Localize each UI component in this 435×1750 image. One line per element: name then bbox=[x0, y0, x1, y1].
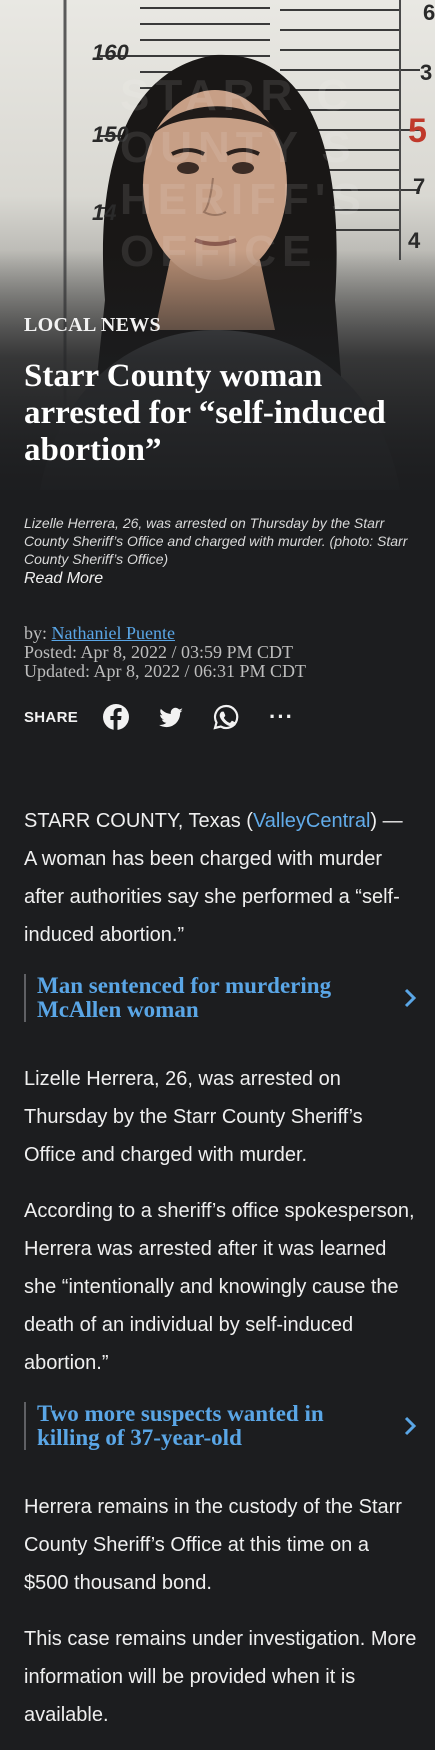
side-mark-5: 5 bbox=[408, 112, 427, 150]
facebook-icon[interactable] bbox=[102, 703, 130, 731]
more-icon[interactable]: ··· bbox=[269, 704, 294, 730]
height-mark-14: 14 bbox=[92, 200, 117, 225]
side-mark-7: 7 bbox=[413, 174, 426, 199]
author-line: by: Nathaniel Puente bbox=[24, 624, 306, 643]
share-bar: SHARE ··· bbox=[24, 700, 294, 734]
paragraph-1: STARR COUNTY, Texas (ValleyCentral) — A … bbox=[24, 802, 419, 954]
article-page: 160 150 14 6 3 5 7 4 STARR COUNTY SHERIF… bbox=[0, 0, 435, 1750]
author-link[interactable]: Nathaniel Puente bbox=[52, 623, 175, 643]
chevron-right-icon bbox=[404, 1416, 417, 1436]
related-article-2-title[interactable]: Two more suspects wanted in killing of 3… bbox=[37, 1402, 377, 1450]
related-article-1-title[interactable]: Man sentenced for murdering McAllen woma… bbox=[37, 974, 377, 1022]
height-mark-160: 160 bbox=[92, 40, 129, 65]
read-more-link[interactable]: Read More bbox=[24, 570, 103, 588]
paragraph-4: Herrera remains in the custody of the St… bbox=[24, 1496, 402, 1594]
dateline: STARR COUNTY, Texas ( bbox=[24, 810, 253, 832]
related-article-1[interactable]: Man sentenced for murdering McAllen woma… bbox=[24, 974, 419, 1022]
watermark-text: STARR COUNTY SHERIFF'S OFFICE bbox=[120, 71, 367, 276]
twitter-icon[interactable] bbox=[157, 703, 185, 731]
whatsapp-icon[interactable] bbox=[212, 703, 240, 731]
byline: by: Nathaniel Puente Posted: Apr 8, 2022… bbox=[24, 624, 306, 681]
chevron-right-icon bbox=[404, 988, 417, 1008]
hero-image[interactable]: 160 150 14 6 3 5 7 4 STARR COUNTY SHERIF… bbox=[0, 0, 435, 490]
related-article-2[interactable]: Two more suspects wanted in killing of 3… bbox=[24, 1402, 419, 1450]
by-prefix: by: bbox=[24, 623, 52, 643]
share-label: SHARE bbox=[24, 708, 79, 726]
paragraph-5: This case remains under investigation. M… bbox=[24, 1628, 417, 1726]
updated-date: Updated: Apr 8, 2022 / 06:31 PM CDT bbox=[24, 661, 306, 681]
side-mark-3: 3 bbox=[420, 60, 433, 85]
section-label[interactable]: LOCAL NEWS bbox=[24, 314, 161, 337]
posted-date: Posted: Apr 8, 2022 / 03:59 PM CDT bbox=[24, 642, 294, 662]
headline: Starr County woman arrested for “self-in… bbox=[24, 358, 386, 468]
side-mark-6: 6 bbox=[423, 0, 435, 25]
paragraph-3: According to a sheriff’s office spokespe… bbox=[24, 1200, 415, 1374]
photo-caption: Lizelle Herrera, 26, was arrested on Thu… bbox=[24, 515, 408, 567]
paragraph-2: Lizelle Herrera, 26, was arrested on Thu… bbox=[24, 1068, 363, 1166]
source-link[interactable]: ValleyCentral bbox=[253, 810, 370, 832]
